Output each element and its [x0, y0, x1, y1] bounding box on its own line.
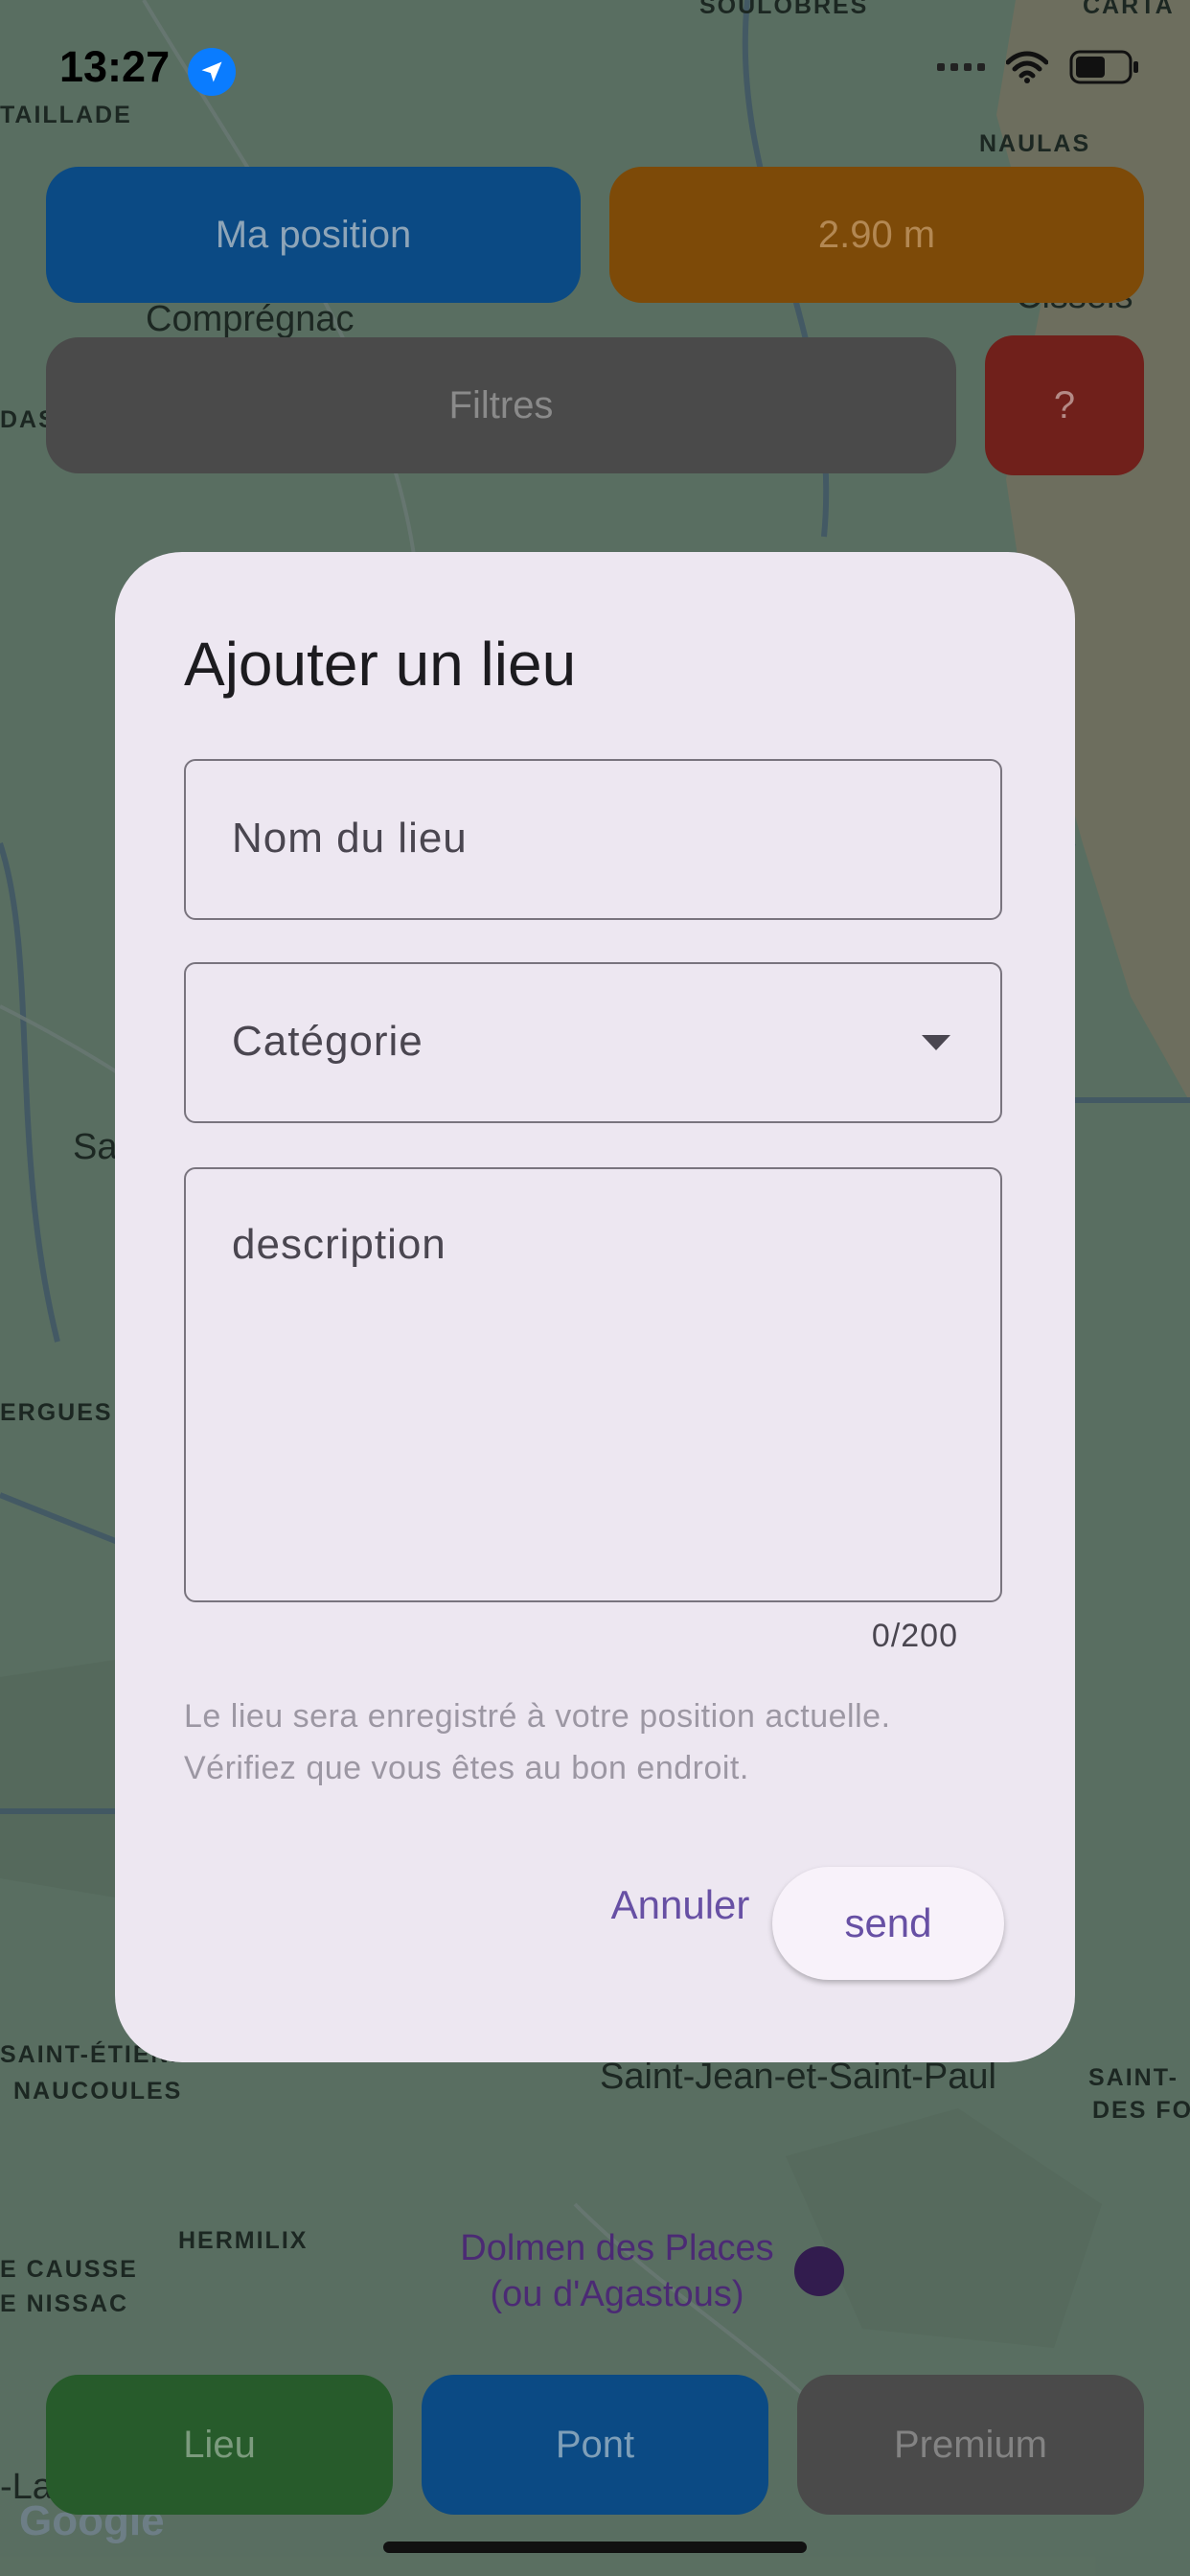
filters-button[interactable]: Filtres: [46, 337, 956, 473]
map-label: DES FO: [1092, 2097, 1190, 2124]
poi-name: Dolmen des Places: [460, 2228, 774, 2268]
map-label: HERMILIX: [178, 2227, 309, 2254]
place-name-input[interactable]: Nom du lieu: [184, 759, 1002, 920]
premium-button[interactable]: Premium: [797, 2375, 1144, 2515]
cancel-button[interactable]: Annuler: [556, 1867, 805, 1944]
map-label: E CAUSSE: [0, 2256, 138, 2283]
location-arrow-icon: [188, 48, 236, 96]
map-label: NAULAS: [979, 130, 1091, 157]
map-label: Saint-Jean-et-Saint-Paul: [600, 2057, 996, 2097]
home-indicator[interactable]: [383, 2542, 807, 2553]
status-time: 13:27: [59, 42, 171, 91]
help-button[interactable]: ?: [985, 335, 1144, 475]
map-label: SOULOBRES: [699, 0, 869, 19]
poi-subname: (ou d'Agastous): [490, 2274, 744, 2314]
signal-icon: [937, 63, 985, 71]
dropdown-caret-icon: [922, 1035, 950, 1050]
info-line: Vérifiez que vous êtes au bon endroit.: [184, 1750, 749, 1786]
distance-button[interactable]: 2.90 m: [609, 167, 1144, 303]
location-info-text: Le lieu sera enregistré à votre position…: [184, 1690, 1027, 1794]
map-label: Sa: [73, 1127, 118, 1167]
character-counter: 0/200: [871, 1618, 958, 1654]
map-label: ERGUES: [0, 1399, 113, 1426]
my-position-button[interactable]: Ma position: [46, 167, 581, 303]
map-label: SAINT-: [1088, 2064, 1179, 2091]
map-label: E NISSAC: [0, 2290, 129, 2317]
send-button[interactable]: send: [772, 1867, 1004, 1980]
status-icons: [937, 50, 1140, 84]
place-name-label: Nom du lieu: [232, 815, 468, 862]
map-label: Comprégnac: [146, 299, 355, 339]
info-line: Le lieu sera enregistré à votre position…: [184, 1698, 891, 1735]
map-label: TAILLADE: [0, 102, 132, 128]
wifi-icon: [1006, 51, 1048, 83]
lieu-button[interactable]: Lieu: [46, 2375, 393, 2515]
dialog-title: Ajouter un lieu: [184, 630, 577, 699]
map-label: CARTA: [1083, 0, 1175, 19]
map-label: NAUCOULES: [13, 2078, 183, 2104]
category-select[interactable]: Catégorie: [184, 962, 1002, 1123]
add-place-dialog: Ajouter un lieu Nom du lieu Catégorie de…: [115, 552, 1075, 2062]
pont-button[interactable]: Pont: [422, 2375, 768, 2515]
description-textarea[interactable]: description: [184, 1167, 1002, 1602]
battery-icon: [1069, 50, 1138, 84]
map-poi-label[interactable]: Dolmen des Places (ou d'Agastous): [425, 2225, 809, 2317]
description-label: description: [232, 1221, 446, 1268]
category-label: Catégorie: [232, 1018, 423, 1065]
